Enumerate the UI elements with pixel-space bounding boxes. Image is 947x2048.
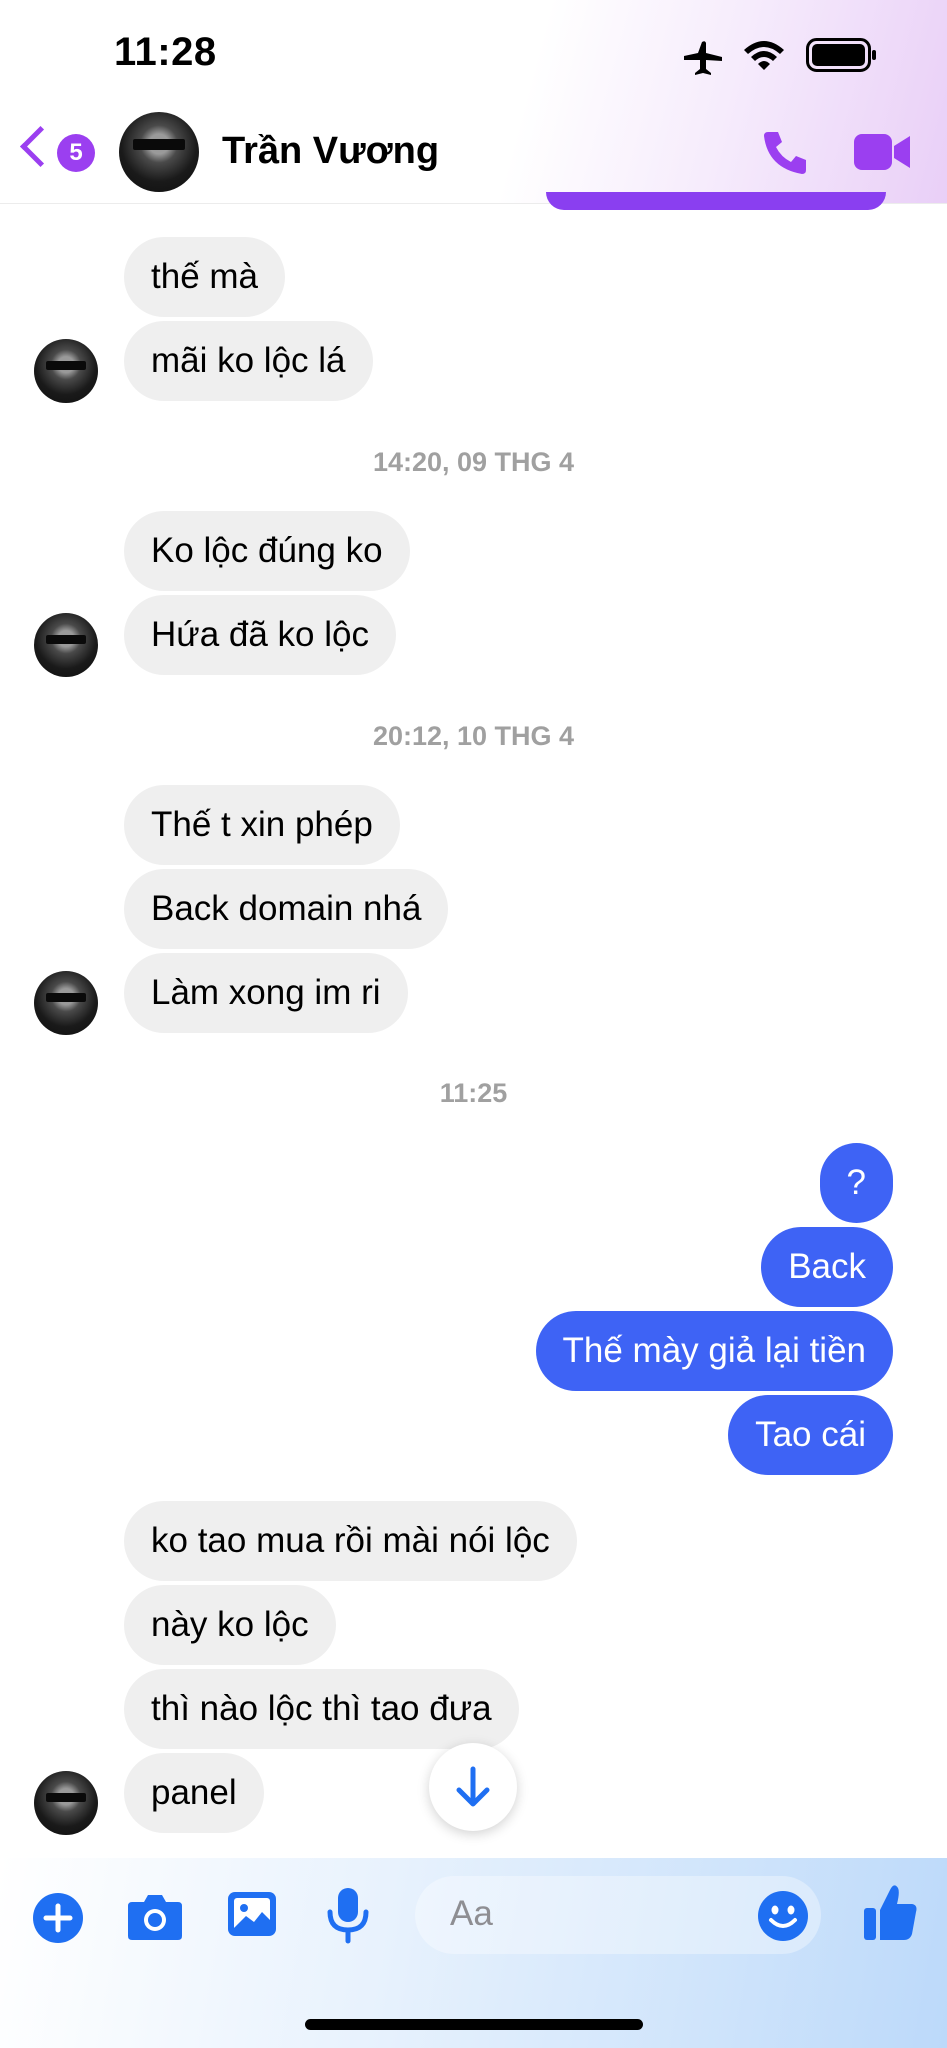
incoming-message[interactable]: Làm xong im ri <box>124 953 408 1033</box>
unread-count-badge[interactable]: 5 <box>57 134 95 172</box>
home-indicator <box>305 2019 643 2030</box>
contact-name[interactable]: Trần Vương <box>222 130 439 173</box>
status-time: 11:28 <box>114 30 217 74</box>
contact-avatar[interactable] <box>119 112 199 192</box>
camera-icon[interactable] <box>126 1892 184 1942</box>
timestamp: 14:20, 09 THG 4 <box>372 447 575 477</box>
incoming-message[interactable]: Hứa đã ko lộc <box>124 595 396 675</box>
outgoing-message[interactable]: Tao cái <box>728 1395 893 1475</box>
video-call-icon[interactable] <box>852 130 912 174</box>
sender-avatar[interactable] <box>34 613 98 677</box>
battery-icon <box>806 38 876 72</box>
microphone-icon[interactable] <box>326 1886 370 1944</box>
wifi-icon <box>744 41 784 70</box>
incoming-message[interactable]: Back domain nhá <box>124 869 449 949</box>
outgoing-message[interactable]: ? <box>819 1143 893 1223</box>
emoji-icon[interactable] <box>757 1890 809 1942</box>
incoming-message[interactable]: ko tao mua rồi mài nói lộc <box>124 1501 577 1581</box>
incoming-message[interactable]: Ko lộc đúng ko <box>124 511 410 591</box>
partial-message-bubble <box>546 192 886 210</box>
like-thumbs-up-icon[interactable] <box>862 1882 918 1942</box>
airplane-icon <box>684 41 722 75</box>
outgoing-message[interactable]: Thế mày giả lại tiền <box>535 1311 893 1391</box>
message-input-placeholder: Aa <box>450 1894 493 1933</box>
scroll-to-bottom-button[interactable] <box>429 1743 517 1831</box>
incoming-message[interactable]: thì nào lộc thì tao đưa <box>124 1669 519 1749</box>
outgoing-message[interactable]: Back <box>761 1227 893 1307</box>
timestamp: 20:12, 10 THG 4 <box>372 721 575 751</box>
incoming-message[interactable]: Thế t xin phép <box>124 785 400 865</box>
voice-call-icon[interactable] <box>762 128 810 176</box>
sender-avatar[interactable] <box>34 971 98 1035</box>
sender-avatar[interactable] <box>34 339 98 403</box>
sender-avatar[interactable] <box>34 1771 98 1835</box>
incoming-message[interactable]: thế mà <box>124 237 285 317</box>
arrow-down-icon <box>456 1766 490 1807</box>
gallery-icon[interactable] <box>226 1888 278 1940</box>
plus-icon[interactable] <box>32 1892 84 1944</box>
incoming-message[interactable]: này ko lộc <box>124 1585 336 1665</box>
incoming-message[interactable]: panel <box>124 1753 264 1833</box>
timestamp: 11:25 <box>439 1078 508 1108</box>
incoming-message[interactable]: mãi ko lộc lá <box>124 321 373 401</box>
